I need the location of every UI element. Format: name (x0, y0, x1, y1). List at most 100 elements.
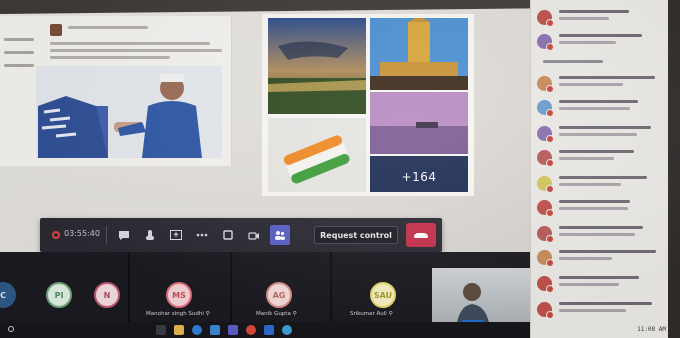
participant-list-item[interactable] (537, 6, 665, 32)
participant-list-avatar (537, 200, 554, 217)
gallery-image-flag-stone[interactable] (268, 118, 366, 192)
participant-list-avatar (537, 76, 554, 93)
participant-list-name (559, 250, 656, 253)
sidebar-item[interactable] (4, 51, 34, 54)
participant-list-status (559, 107, 630, 110)
taskbar-clock: 11:08 AM (637, 326, 666, 333)
participant-list-avatar (537, 226, 554, 243)
windows-taskbar (0, 322, 530, 338)
edge-icon[interactable] (282, 325, 292, 335)
word-icon[interactable] (264, 325, 274, 335)
participant-list-avatar (537, 126, 554, 143)
meeting-control-bar: 03:55:40 Request control (40, 218, 442, 252)
participant-list-avatar (537, 150, 554, 167)
file-explorer-icon[interactable] (174, 325, 184, 335)
participant-avatar[interactable]: N (94, 282, 120, 308)
temple-image (370, 18, 468, 90)
camera-button[interactable] (218, 225, 238, 245)
chrome-icon[interactable] (246, 325, 256, 335)
participant-list-avatar (537, 276, 554, 293)
participant-list-name (559, 34, 642, 37)
share-icon (170, 230, 182, 240)
share-button[interactable] (166, 225, 186, 245)
participant-list-avatar (537, 100, 554, 117)
participant-list-item[interactable] (537, 72, 665, 98)
search-icon[interactable] (8, 326, 14, 332)
flag-stone-image (268, 118, 366, 192)
participant-list-item[interactable] (537, 222, 665, 248)
browser-icon[interactable] (192, 325, 202, 335)
chat-icon (119, 230, 129, 240)
participant-list-status (559, 41, 616, 44)
store-icon[interactable] (210, 325, 220, 335)
self-video-tile[interactable] (432, 268, 530, 330)
participant-list-name (559, 302, 652, 305)
post-text-line (50, 49, 222, 52)
participants-section-header (543, 60, 603, 63)
people-icon (275, 231, 285, 240)
raise-hand-button[interactable] (140, 225, 160, 245)
mic-icon (248, 232, 259, 240)
raise-hand-icon (146, 230, 154, 240)
participant-avatar[interactable]: MS (166, 282, 192, 308)
post-author-avatar[interactable] (50, 24, 62, 36)
participant-list-status (559, 133, 637, 136)
participant-list-status (559, 207, 628, 210)
participant-list-name (559, 10, 629, 13)
participant-list-status (559, 183, 621, 186)
post-image[interactable] (36, 66, 222, 158)
sidebar-nav (4, 38, 34, 77)
gallery-image-temple[interactable] (370, 18, 468, 90)
monitor-bezel-right (668, 0, 680, 338)
teams-icon[interactable] (228, 325, 238, 335)
participant-list-item[interactable] (537, 122, 665, 148)
tile-divider (230, 252, 232, 322)
participant-list-name (559, 150, 634, 153)
chat-button[interactable] (114, 225, 134, 245)
mic-button[interactable] (244, 225, 264, 245)
participant-list-avatar (537, 302, 554, 319)
participant-list-status (559, 157, 614, 160)
tile-divider (330, 252, 332, 322)
participant-list-item[interactable] (537, 196, 665, 222)
control-separator (106, 226, 107, 244)
participant-list-item[interactable] (537, 146, 665, 172)
participant-list-item[interactable] (537, 30, 665, 56)
participant-list-item[interactable] (537, 272, 665, 298)
gallery-image-landscape[interactable] (268, 18, 366, 114)
participant-list-item[interactable] (537, 298, 665, 324)
participant-list-item[interactable] (537, 96, 665, 122)
participant-list-avatar (537, 10, 554, 27)
participant-list-name (559, 176, 647, 179)
monitor-screen: +164 03:55:40 Request control C PI N MS … (0, 0, 680, 338)
request-control-button[interactable]: Request control (314, 226, 398, 244)
participant-list-status (559, 233, 635, 236)
participant-avatar[interactable]: C (0, 282, 16, 308)
participant-avatar[interactable]: AG (266, 282, 292, 308)
participant-avatar[interactable]: SAU (370, 282, 396, 308)
people-button[interactable] (270, 225, 290, 245)
participant-list-name (559, 76, 655, 79)
participant-list-item[interactable] (537, 246, 665, 272)
hang-up-icon (414, 232, 428, 238)
participant-name: Manik Gupta ⚲ (256, 311, 297, 317)
meeting-timer: 03:55:40 (64, 229, 100, 238)
gallery-image-lake[interactable] (370, 92, 468, 154)
participant-list-status (559, 283, 619, 286)
image-gallery: +164 (262, 14, 474, 196)
leave-call-button[interactable] (406, 223, 436, 247)
participant-list-item[interactable] (537, 172, 665, 198)
person-video (456, 283, 490, 330)
post-text-line (50, 56, 170, 59)
tile-divider (128, 252, 130, 322)
participant-list-status (559, 17, 609, 20)
sidebar-item[interactable] (4, 38, 34, 41)
participant-name: Srikumar Auli ⚲ (350, 311, 393, 317)
task-view-icon[interactable] (156, 325, 166, 335)
record-icon (52, 231, 60, 239)
more-actions-button[interactable] (192, 225, 212, 245)
camera-icon (223, 230, 233, 240)
participant-avatar[interactable]: PI (46, 282, 72, 308)
gallery-more-tile[interactable]: +164 (370, 156, 468, 192)
sidebar-item[interactable] (4, 64, 34, 67)
